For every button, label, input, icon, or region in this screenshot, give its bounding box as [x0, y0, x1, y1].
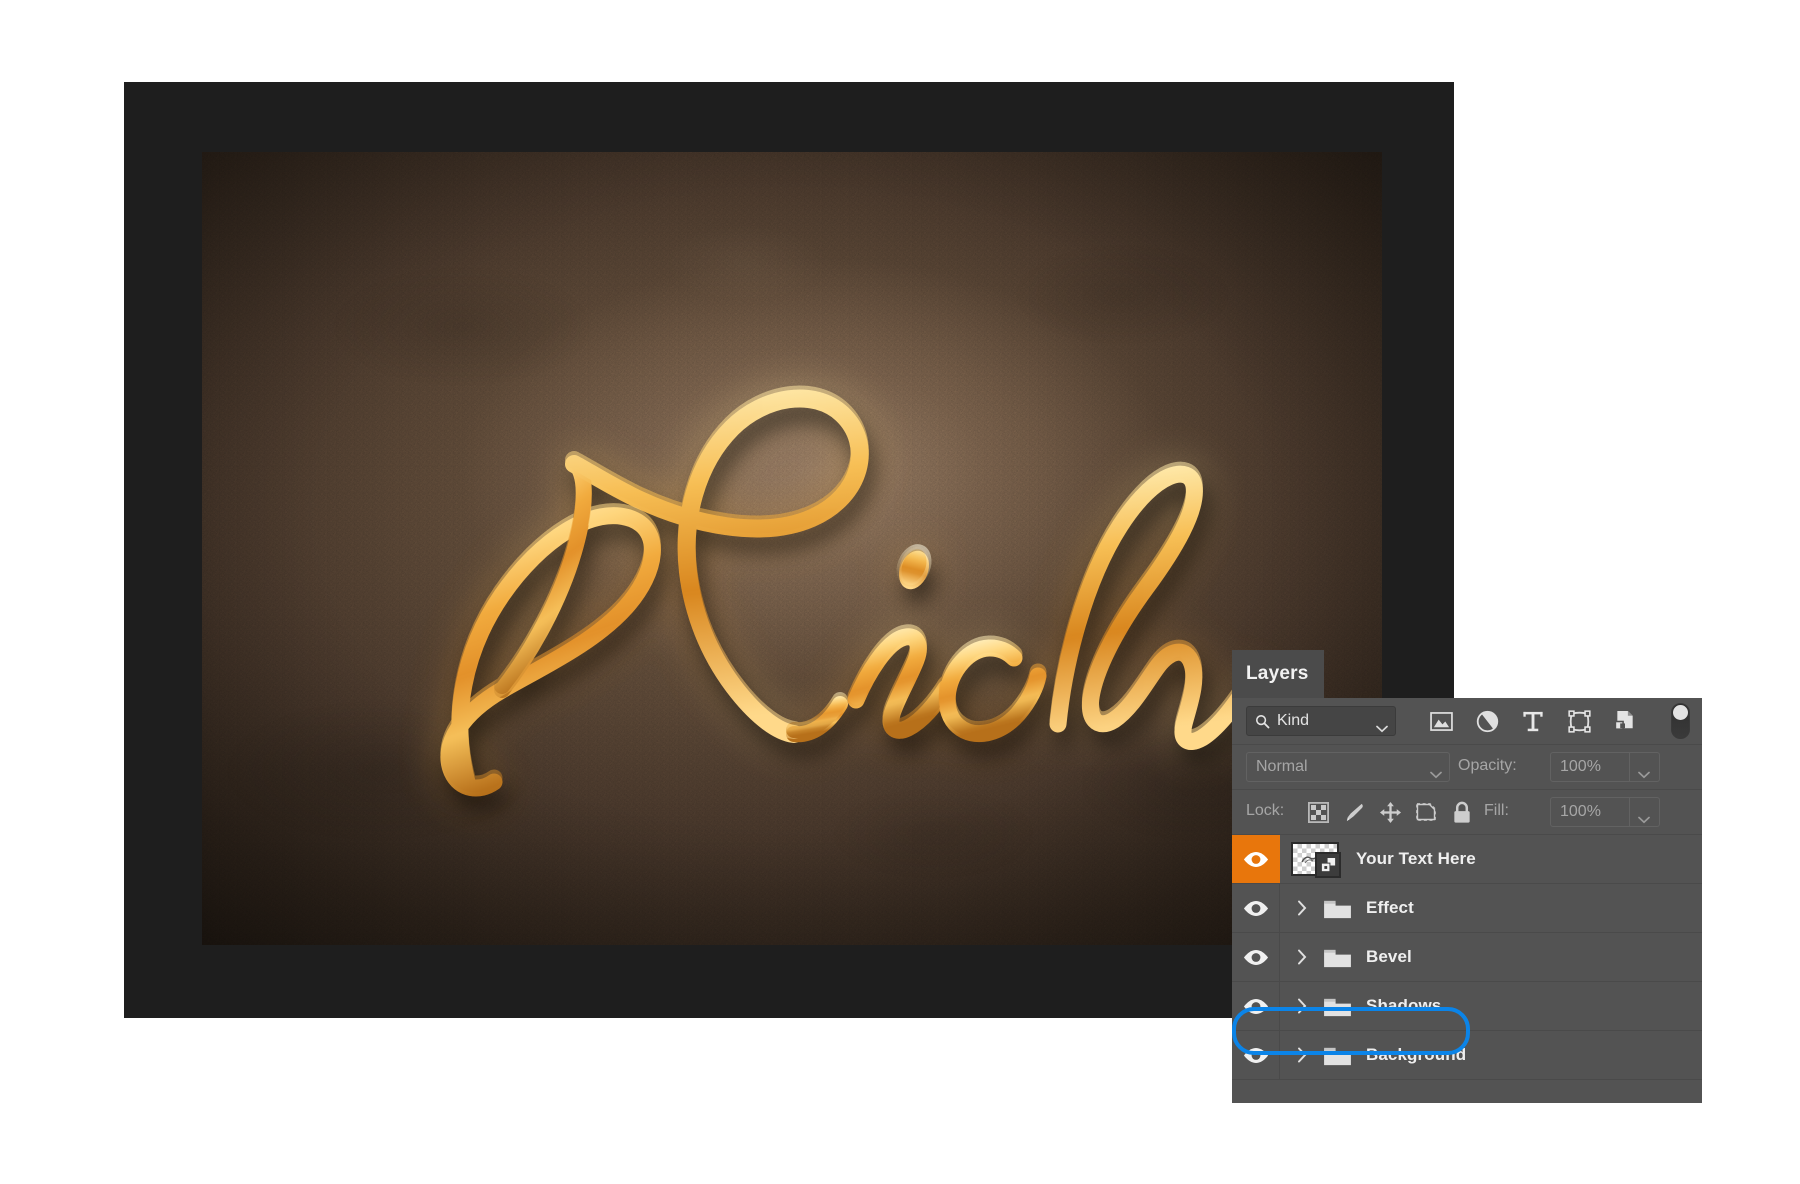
- fill-value: 100%: [1560, 803, 1601, 821]
- layer-name: Shadows: [1366, 996, 1441, 1016]
- artwork-script-word: [202, 152, 1382, 945]
- blend-mode-select[interactable]: Normal: [1246, 752, 1450, 782]
- layer-name: Bevel: [1366, 947, 1412, 967]
- table-row[interactable]: Bevel: [1232, 933, 1702, 982]
- lock-all-icon[interactable]: [1444, 797, 1480, 827]
- layer-visibility-toggle[interactable]: [1232, 982, 1280, 1030]
- transparency-checkerboard-thumbnail: [1291, 842, 1339, 876]
- folder-icon: [1318, 946, 1356, 969]
- eye-icon: [1243, 900, 1269, 917]
- filter-smart-object-layers-icon[interactable]: [1602, 706, 1648, 736]
- layer-filter-icons: [1418, 706, 1648, 736]
- layer-visibility-toggle[interactable]: [1232, 1031, 1280, 1079]
- filter-type-layers-icon[interactable]: [1510, 706, 1556, 736]
- eye-icon: [1243, 949, 1269, 966]
- lock-position-icon[interactable]: [1372, 797, 1408, 827]
- table-row[interactable]: Background: [1232, 1031, 1702, 1080]
- group-disclosure-chevron-right-icon[interactable]: [1286, 998, 1318, 1014]
- layers-tab-label: Layers: [1246, 663, 1308, 685]
- table-row[interactable]: Shadows: [1232, 982, 1702, 1031]
- toggle-knob: [1673, 705, 1688, 720]
- lock-transparent-pixels-icon[interactable]: [1300, 797, 1336, 827]
- blend-mode-row: Normal Opacity: 100%: [1232, 745, 1702, 790]
- lock-label: Lock:: [1246, 802, 1284, 820]
- filter-kind-select[interactable]: Kind: [1246, 706, 1396, 736]
- lock-icons: [1300, 797, 1480, 827]
- blend-mode-value: Normal: [1256, 758, 1308, 776]
- layer-name: Background: [1366, 1045, 1466, 1065]
- folder-icon: [1318, 897, 1356, 920]
- layer-thumbnail[interactable]: [1284, 842, 1346, 876]
- chevron-down-icon: [1638, 809, 1650, 829]
- group-disclosure-chevron-right-icon[interactable]: [1286, 1047, 1318, 1063]
- opacity-stepper[interactable]: [1630, 752, 1660, 782]
- layer-visibility-toggle[interactable]: [1232, 884, 1280, 932]
- filter-kind-label: Kind: [1277, 712, 1309, 730]
- folder-icon: [1318, 1044, 1356, 1067]
- table-row[interactable]: Effect: [1232, 884, 1702, 933]
- fill-input[interactable]: 100%: [1550, 797, 1630, 827]
- eye-icon: [1243, 851, 1269, 868]
- layer-name: Effect: [1366, 898, 1414, 918]
- filter-adjustment-layers-icon[interactable]: [1464, 706, 1510, 736]
- lock-artboard-nesting-icon[interactable]: [1408, 797, 1444, 827]
- chevron-down-icon: [1638, 764, 1650, 784]
- eye-icon: [1243, 998, 1269, 1015]
- layer-filter-row: Kind: [1232, 698, 1702, 745]
- eye-icon: [1243, 1047, 1269, 1064]
- filter-enable-toggle[interactable]: [1671, 703, 1690, 739]
- layer-name: Your Text Here: [1356, 849, 1476, 869]
- layers-panel: Kind: [1232, 698, 1702, 1103]
- canvas-artwork[interactable]: [202, 152, 1382, 945]
- group-disclosure-chevron-right-icon[interactable]: [1286, 949, 1318, 965]
- opacity-input[interactable]: 100%: [1550, 752, 1630, 782]
- lock-row: Lock:: [1232, 790, 1702, 835]
- chevron-down-icon: [1430, 764, 1442, 784]
- layers-panel-tab[interactable]: Layers: [1232, 650, 1324, 698]
- opacity-label: Opacity:: [1458, 757, 1517, 775]
- magnifier-icon: [1255, 714, 1270, 734]
- table-row[interactable]: Your Text Here: [1232, 835, 1702, 884]
- group-disclosure-chevron-right-icon[interactable]: [1286, 900, 1318, 916]
- lock-image-pixels-icon[interactable]: [1336, 797, 1372, 827]
- layer-visibility-toggle[interactable]: [1232, 933, 1280, 981]
- layer-visibility-toggle[interactable]: [1232, 835, 1280, 883]
- layer-list: Your Text Here Effect: [1232, 835, 1702, 1080]
- filter-pixel-layers-icon[interactable]: [1418, 706, 1464, 736]
- chevron-down-icon: [1376, 718, 1388, 738]
- fill-stepper[interactable]: [1630, 797, 1660, 827]
- smart-object-badge-icon: [1315, 852, 1341, 878]
- opacity-value: 100%: [1560, 758, 1601, 776]
- fill-label: Fill:: [1484, 802, 1509, 820]
- filter-shape-layers-icon[interactable]: [1556, 706, 1602, 736]
- folder-icon: [1318, 995, 1356, 1018]
